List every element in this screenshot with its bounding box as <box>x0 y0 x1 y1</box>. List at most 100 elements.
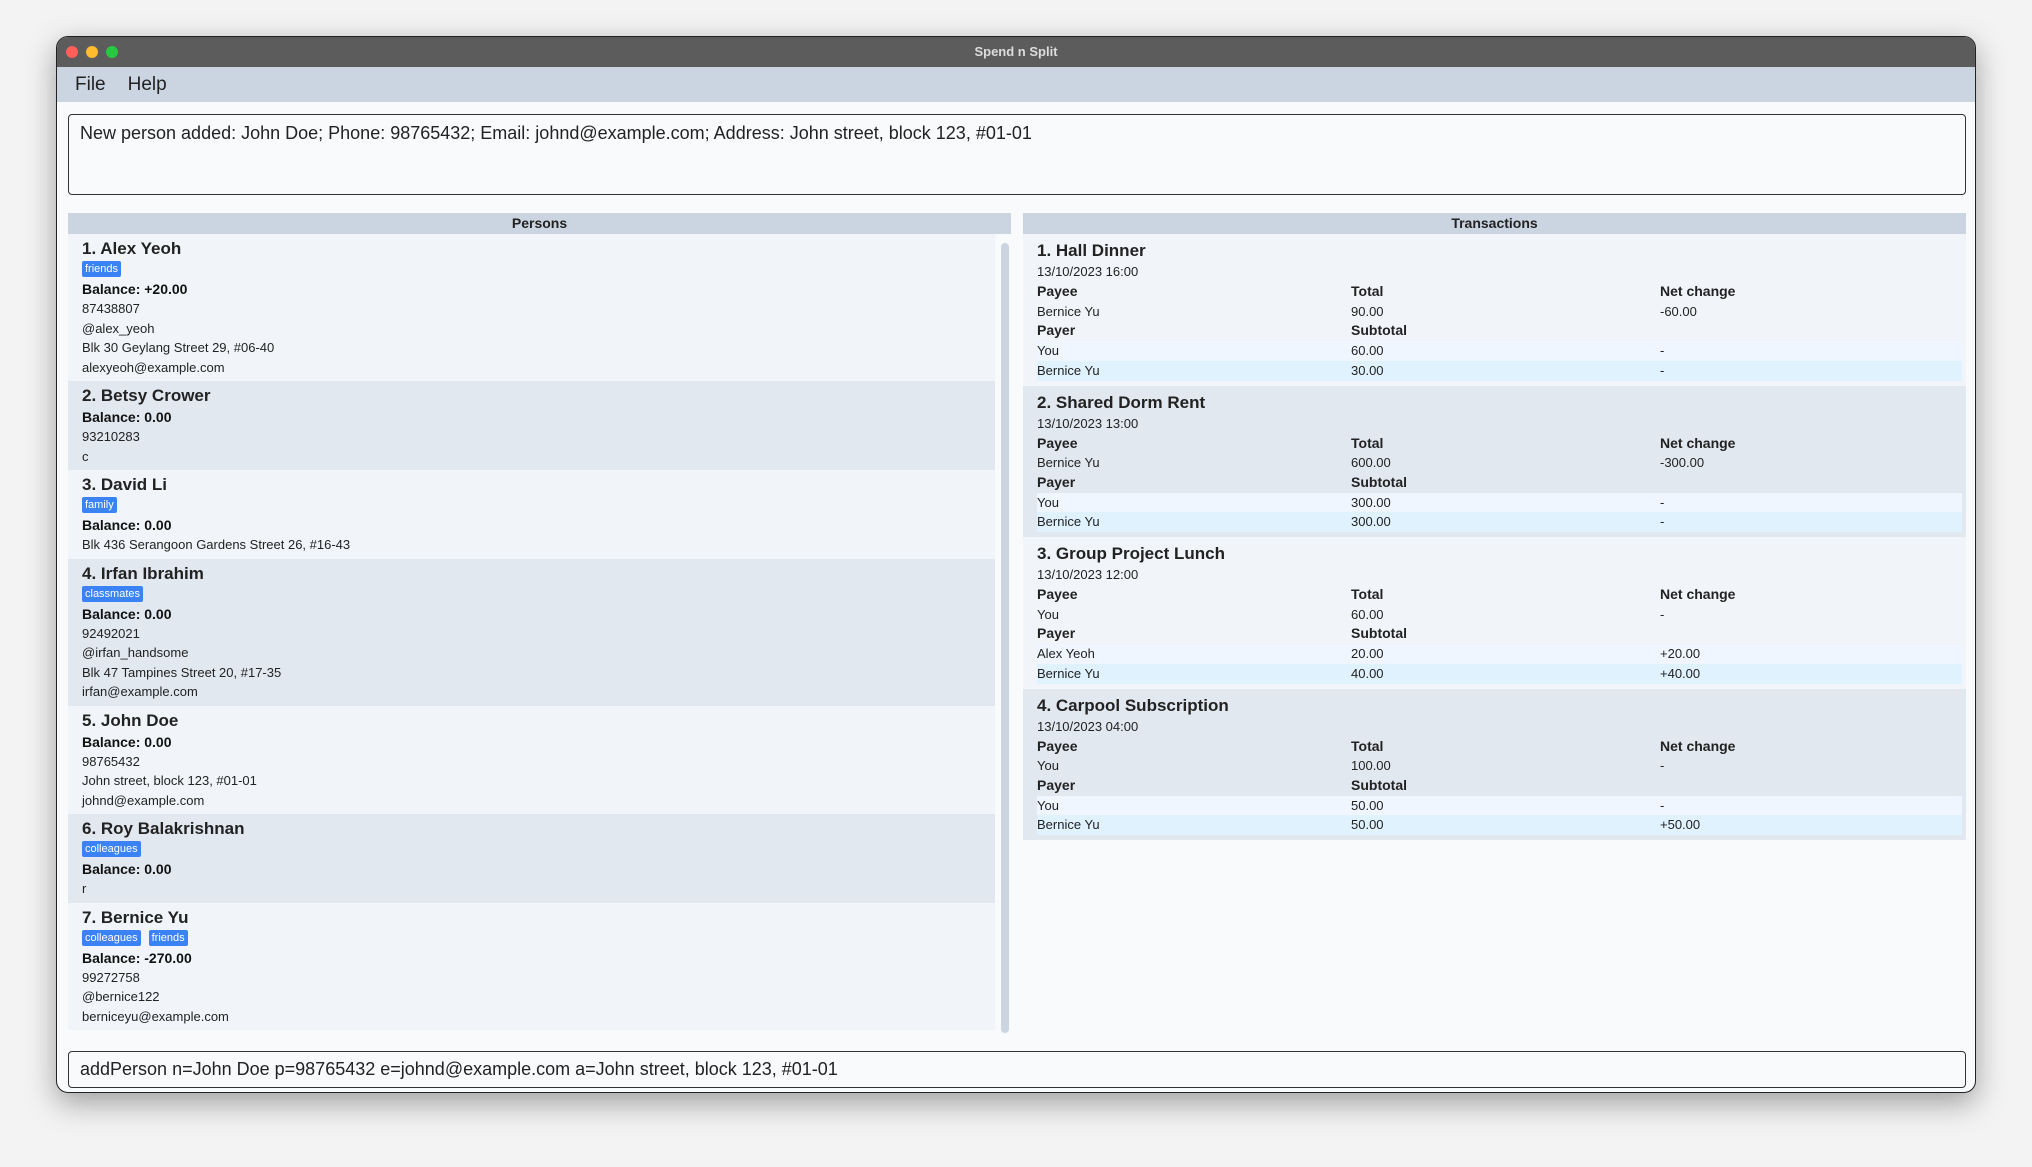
payee-header-row-cell: Total <box>1351 586 1384 603</box>
payer-row: Bernice Yu 30.00 - <box>1037 360 1962 381</box>
menu-bar: File Help <box>57 67 1975 102</box>
transaction-card[interactable]: 1. Hall Dinner 13/10/2023 16:00 Payee Total… <box>1023 234 1966 386</box>
payee-row-cell: 600.00 <box>1351 455 1391 471</box>
payee-row-cell: - <box>1660 606 1665 622</box>
payer-row-cell: +40.00 <box>1660 665 1701 681</box>
transaction-card[interactable]: 3. Group Project Lunch 13/10/2023 12:00 Pa… <box>1023 537 1966 689</box>
payee-row-cell: 90.00 <box>1351 303 1384 319</box>
transactions-header: Transactions <box>1023 213 1966 234</box>
payer-header-row-cell <box>1660 624 1962 644</box>
person-balance: Balance: 0.00 <box>82 605 172 622</box>
transaction-date: 13/10/2023 04:00 <box>1037 718 1139 734</box>
payee-row-cell: - <box>1660 758 1665 774</box>
person-list-scrollbar[interactable] <box>1001 243 1009 1033</box>
payer-header-row: Payer Subtotal <box>1037 473 1962 493</box>
person-card[interactable]: 7. Bernice Yu colleagues friends Balance: -… <box>68 902 995 1030</box>
person-detail: @bernice122 <box>82 989 160 1004</box>
transaction-list[interactable]: 1. Hall Dinner 13/10/2023 16:00 Payee Total… <box>1023 234 1966 841</box>
payee-row-cell: -300.00 <box>1660 455 1705 471</box>
person-name: 3. David Li <box>82 475 168 494</box>
payer-row-cell: 300.00 <box>1351 494 1391 510</box>
person-detail: 98765432 <box>82 753 140 769</box>
payee-row-cell: Bernice Yu <box>1037 303 1100 319</box>
person-detail: irfan@example.com <box>82 684 198 699</box>
menu-help[interactable]: Help <box>128 74 167 96</box>
person-name: 5. John Doe <box>82 710 179 730</box>
payer-header-row-cell: Payer <box>1037 322 1076 339</box>
person-list[interactable]: 1. Alex Yeoh friends Balance: +20.00 874388… <box>68 234 995 1030</box>
menu-file[interactable]: File <box>75 74 106 96</box>
person-balance: Balance: 0.00 <box>82 861 172 877</box>
transaction-title: 4. Carpool Subscription <box>1037 695 1229 715</box>
window-title: Spend n Split <box>974 44 1058 59</box>
transaction-card[interactable]: 4. Carpool Subscription 13/10/2023 04:00 P… <box>1023 688 1966 841</box>
payee-header-row-cell: Payee <box>1037 283 1078 299</box>
payee-row-cell: -60.00 <box>1660 303 1697 319</box>
tag-list: colleagues friends <box>82 929 981 946</box>
payer-row-cell: - <box>1660 797 1665 813</box>
payer-header-row-cell <box>1660 776 1962 796</box>
transaction-card[interactable]: 2. Shared Dorm Rent 13/10/2023 13:00 Payee… <box>1023 385 1966 538</box>
person-balance: Balance: -270.00 <box>82 949 192 966</box>
payer-header-row-cell: Subtotal <box>1351 473 1407 490</box>
person-balance: Balance: 0.00 <box>82 409 172 425</box>
person-card[interactable]: 6. Roy Balakrishnan colleagues Balance: 0.… <box>68 814 995 903</box>
tag-list: family <box>82 497 981 513</box>
payer-row-cell: - <box>1660 494 1665 510</box>
payer-row: You 50.00 - <box>1037 795 1962 816</box>
person-detail: c <box>82 448 89 464</box>
transaction-title: 2. Shared Dorm Rent <box>1037 392 1206 412</box>
payee-header-row-cell: Net change <box>1660 737 1736 754</box>
tag-badge: friends <box>82 261 122 277</box>
payee-row-cell: You <box>1037 758 1059 774</box>
result-display: New person added: John Doe; Phone: 98765… <box>68 114 1966 195</box>
person-card[interactable]: 5. John Doe Balance: 0.00 98765432 John str… <box>68 705 995 814</box>
payer-header-row: Payer Subtotal <box>1037 624 1962 644</box>
person-card[interactable]: 1. Alex Yeoh friends Balance: +20.00 874388… <box>68 234 995 381</box>
transaction-date: 13/10/2023 13:00 <box>1037 415 1139 431</box>
person-detail: Blk 30 Geylang Street 29, #06-40 <box>82 340 275 355</box>
payer-header-row-cell: Payer <box>1037 473 1076 490</box>
payee-header-row-cell: Total <box>1351 737 1384 754</box>
payer-row-cell: 60.00 <box>1351 343 1384 359</box>
title-bar: Spend n Split <box>57 37 1975 67</box>
person-detail: berniceyu@example.com <box>82 1008 229 1024</box>
tag-list: colleagues <box>82 841 981 857</box>
person-card[interactable]: 3. David Li family Balance: 0.00 Blk 436 Se… <box>68 470 995 559</box>
payee-row-cell: 60.00 <box>1351 606 1384 622</box>
payer-header-row: Payer Subtotal <box>1037 776 1962 796</box>
payer-row: Bernice Yu 300.00 - <box>1037 512 1962 533</box>
payer-row-cell: - <box>1660 343 1665 359</box>
payee-header-row-cell: Net change <box>1660 586 1736 603</box>
person-detail: alexyeoh@example.com <box>82 359 225 375</box>
transaction-date: 13/10/2023 16:00 <box>1037 264 1139 279</box>
person-card[interactable]: 2. Betsy Crower Balance: 0.00 93210283 c <box>68 381 995 470</box>
payer-row: You 300.00 - <box>1037 492 1962 513</box>
person-detail: 92492021 <box>82 625 140 641</box>
payee-header-row-cell: Payee <box>1037 586 1078 603</box>
payee-row-cell: You <box>1037 606 1059 622</box>
payer-row-cell: You <box>1037 343 1059 359</box>
person-detail: @alex_yeoh <box>82 320 155 336</box>
payer-row-cell: 40.00 <box>1351 665 1384 681</box>
command-input[interactable]: addPerson n=John Doe p=98765432 e=johnd@… <box>68 1051 1966 1088</box>
app-window: Spend n Split File Help New person added… <box>56 36 1976 1093</box>
payer-header-row-cell: Subtotal <box>1351 322 1407 339</box>
payer-header-row-cell: Subtotal <box>1351 776 1407 793</box>
person-detail: 87438807 <box>82 301 140 316</box>
payee-row: Bernice Yu 90.00 -60.00 <box>1037 302 1962 322</box>
persons-header: Persons <box>68 213 1011 234</box>
person-card[interactable]: 4. Irfan Ibrahim classmates Balance: 0.00 9… <box>68 558 995 706</box>
payee-header-row: Payee Total Net change <box>1037 737 1962 757</box>
person-detail: 99272758 <box>82 969 140 985</box>
payer-header-row-cell <box>1660 473 1962 493</box>
person-name: 1. Alex Yeoh <box>82 239 182 258</box>
payer-header-row-cell: Payer <box>1037 776 1076 793</box>
tag-badge: classmates <box>82 585 144 602</box>
payee-row-cell: Bernice Yu <box>1037 455 1100 471</box>
payer-header-row: Payer Subtotal <box>1037 321 1962 341</box>
payee-header-row-cell: Net change <box>1660 434 1736 451</box>
payee-header-row: Payee Total Net change <box>1037 282 1962 302</box>
payer-header-row-cell: Subtotal <box>1351 625 1407 642</box>
person-detail: r <box>82 881 87 896</box>
